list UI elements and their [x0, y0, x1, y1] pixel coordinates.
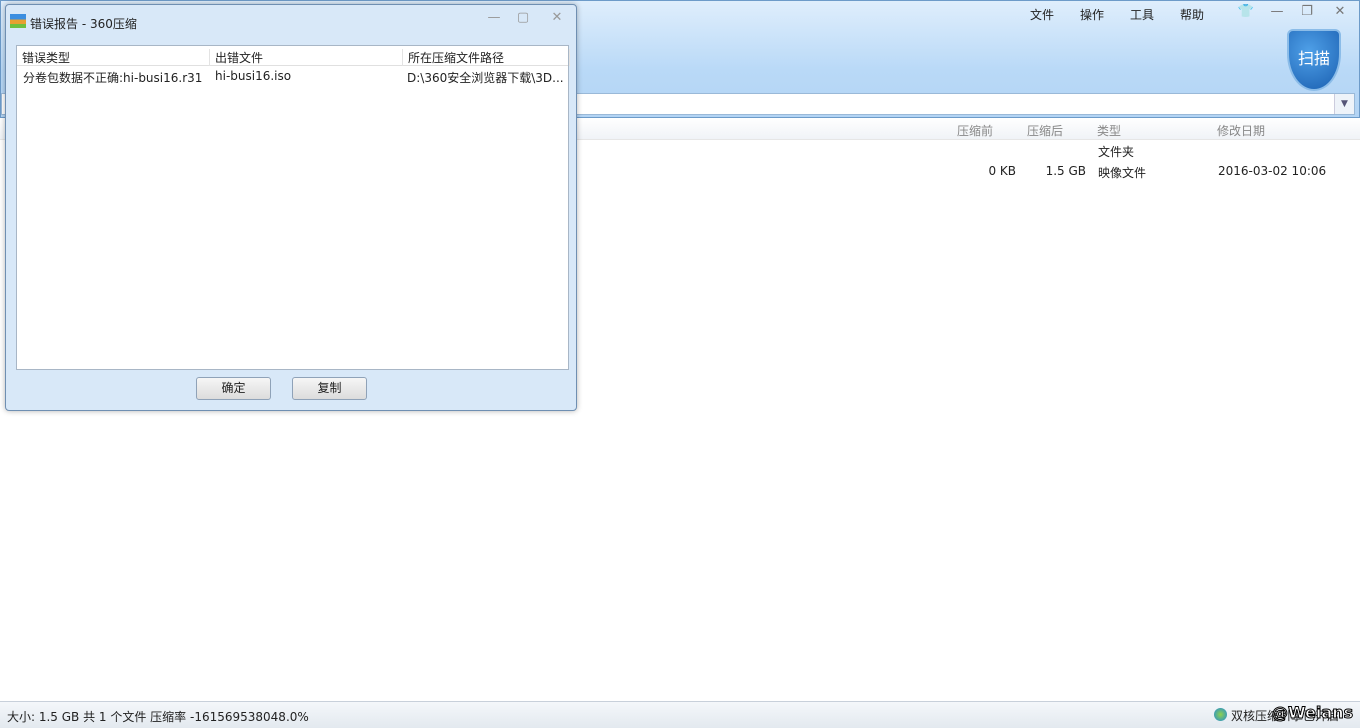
status-bar: 大小: 1.5 GB 共 1 个文件 压缩率 -161569538048.0% … [0, 701, 1360, 728]
restore-button[interactable]: ❐ [1296, 4, 1318, 22]
row-type: 映像文件 [1098, 166, 1147, 180]
menu-operation[interactable]: 操作 [1080, 6, 1104, 23]
error-type: 分卷包数据不正确:hi-busi16.r31 [23, 71, 203, 85]
scan-button[interactable]: 扫描 [1287, 29, 1341, 91]
error-report-dialog: 错误报告 - 360压缩 — ▢ ✕ 错误类型 出错文件 所在压缩文件路径 分卷… [5, 4, 577, 411]
dialog-title: 错误报告 - 360压缩 [30, 17, 137, 31]
dialog-close-button[interactable]: ✕ [546, 10, 568, 28]
status-text: 大小: 1.5 GB 共 1 个文件 压缩率 -161569538048.0% [7, 710, 309, 724]
dialog-minimize-button[interactable]: — [483, 10, 505, 28]
app-icon [10, 14, 26, 28]
menu-tools[interactable]: 工具 [1130, 6, 1154, 23]
engine-icon [1214, 708, 1227, 721]
watermark: @Weians [1271, 703, 1354, 723]
close-button[interactable]: ✕ [1329, 4, 1351, 22]
col-error-type[interactable]: 错误类型 [17, 49, 210, 66]
archive-path: D:\360安全浏览器下载\3D... [407, 71, 564, 85]
row-before: 0 KB [988, 164, 1016, 178]
col-archive-path[interactable]: 所在压缩文件路径 [403, 49, 570, 66]
menu-file[interactable]: 文件 [1030, 6, 1054, 23]
row-after: 1.5 GB [1045, 164, 1086, 178]
col-before[interactable]: 压缩前 [957, 122, 993, 139]
row-date: 2016-03-02 10:06 [1218, 164, 1327, 178]
row-type: 文件夹 [1098, 145, 1135, 159]
col-error-file[interactable]: 出错文件 [210, 49, 403, 66]
error-list-header: 错误类型 出错文件 所在压缩文件路径 [17, 46, 570, 66]
minimize-button[interactable]: — [1266, 4, 1288, 22]
col-type[interactable]: 类型 [1097, 122, 1121, 139]
error-list: 错误类型 出错文件 所在压缩文件路径 分卷包数据不正确:hi-busi16.r3… [16, 45, 570, 370]
chevron-down-icon[interactable]: ▼ [1334, 94, 1354, 114]
skin-icon[interactable]: 👕 [1235, 4, 1257, 22]
menu-help[interactable]: 帮助 [1180, 6, 1204, 23]
col-after[interactable]: 压缩后 [1027, 122, 1063, 139]
col-date[interactable]: 修改日期 [1217, 122, 1265, 139]
copy-button[interactable]: 复制 [292, 377, 367, 400]
error-file: hi-busi16.iso [215, 69, 292, 83]
scan-label: 扫描 [1297, 49, 1330, 68]
dialog-maximize-button[interactable]: ▢ [512, 10, 534, 28]
ok-button[interactable]: 确定 [196, 377, 271, 400]
